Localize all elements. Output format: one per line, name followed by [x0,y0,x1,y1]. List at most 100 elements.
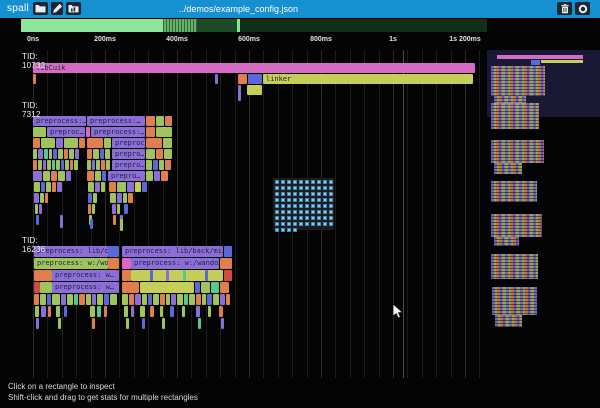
flame-span[interactable] [90,219,93,229]
flame-span[interactable] [41,138,55,148]
flame-span[interactable] [87,138,103,148]
flame-span[interactable] [88,193,92,203]
flame-span[interactable] [170,306,174,317]
flame-span[interactable] [104,138,111,148]
flame-span[interactable] [129,294,134,305]
flame-span[interactable] [165,160,171,170]
flame-span[interactable] [34,193,39,203]
flame-span[interactable] [146,138,162,148]
flame-span[interactable] [41,182,45,192]
flame-span[interactable] [58,149,63,159]
flame-span[interactable] [79,138,85,148]
flame-span[interactable] [70,160,73,170]
settings-button[interactable] [575,2,590,15]
flame-span[interactable] [66,171,71,181]
flame-span[interactable] [56,138,63,148]
flame-span[interactable] [153,294,159,305]
flame-span[interactable] [171,294,176,305]
flame-span[interactable] [92,318,95,329]
flame-span[interactable] [146,160,152,170]
flame-span[interactable] [189,294,195,305]
flame-span[interactable] [65,160,69,170]
flame-span[interactable] [87,171,94,181]
flame-span[interactable]: preprocess: w:/work… [34,258,108,269]
flame-span[interactable] [142,182,147,192]
flame-span[interactable] [238,74,247,84]
flame-span[interactable] [124,204,128,214]
flame-span[interactable] [53,149,57,159]
flame-span[interactable]: linker [263,74,473,84]
flame-span[interactable] [215,74,218,84]
flame-span[interactable] [74,294,78,305]
flame-span[interactable] [247,85,262,95]
flame-span[interactable] [45,193,48,203]
flame-span[interactable] [108,246,119,257]
flame-span[interactable] [90,306,95,317]
flame-span[interactable] [160,294,165,305]
flame-span[interactable] [39,204,42,214]
flame-span[interactable] [79,294,85,305]
flame-span[interactable] [112,204,116,214]
flame-span[interactable] [97,306,101,317]
flame-span[interactable] [122,282,139,293]
dense-span-grid[interactable] [273,178,334,230]
flame-span[interactable] [166,294,170,305]
flame-span[interactable] [221,318,224,329]
flame-span[interactable] [100,149,104,159]
flame-span[interactable] [40,282,52,293]
flame-span[interactable] [36,318,39,329]
flame-span[interactable] [196,306,200,317]
flame-span[interactable] [67,294,73,305]
flame-span[interactable]: preprocess:… [91,127,145,137]
flame-span[interactable] [162,318,165,329]
flame-span[interactable] [93,193,97,203]
flame-span[interactable] [146,116,155,126]
flame-span[interactable] [124,306,128,317]
flame-span[interactable]: prepro… [108,171,145,181]
flame-span[interactable] [163,138,172,148]
flame-span[interactable] [46,182,51,192]
flame-span[interactable] [87,149,92,159]
flame-span[interactable]: preprocess: lib/back/mi… [122,246,223,257]
flame-span[interactable] [35,306,39,317]
flame-span[interactable] [33,160,37,170]
flame-span[interactable] [202,294,206,305]
flame-span[interactable] [34,182,40,192]
flame-span[interactable]: preprocess:… [87,116,145,126]
flame-span[interactable] [146,149,155,159]
flame-span[interactable] [49,149,52,159]
flame-span[interactable] [104,294,109,305]
flame-span[interactable] [122,258,131,269]
flame-span[interactable] [110,294,117,305]
flame-span[interactable] [56,306,60,317]
flame-span[interactable] [238,85,241,101]
flame-span[interactable] [122,270,131,281]
flame-span[interactable] [33,138,40,148]
flame-span[interactable] [146,127,155,137]
flame-span[interactable] [156,149,163,159]
flame-span[interactable] [88,204,91,214]
flame-span[interactable] [196,294,201,305]
flame-span[interactable] [40,193,44,203]
flame-span[interactable] [131,270,223,281]
flame-span[interactable] [156,116,164,126]
flame-span[interactable] [106,160,110,170]
flame-span[interactable] [101,160,105,170]
flame-span[interactable] [113,215,116,225]
flame-span[interactable] [33,74,36,84]
flame-span[interactable] [44,149,48,159]
flame-span[interactable] [177,294,183,305]
flame-span[interactable] [208,306,211,317]
flame-span[interactable]: preproc… [112,138,145,148]
flame-span[interactable]: preprocess: w:/wando… [131,258,219,269]
flame-span[interactable] [43,171,50,181]
flame-span[interactable] [95,171,101,181]
flame-span[interactable]: preprocess: w… [52,282,119,293]
flame-span[interactable] [61,160,64,170]
flame-span[interactable] [150,306,154,317]
flame-span[interactable] [38,149,43,159]
flame-span[interactable] [88,182,94,192]
flame-span[interactable] [34,270,52,281]
flame-span[interactable] [122,294,128,305]
flame-span[interactable] [117,182,126,192]
